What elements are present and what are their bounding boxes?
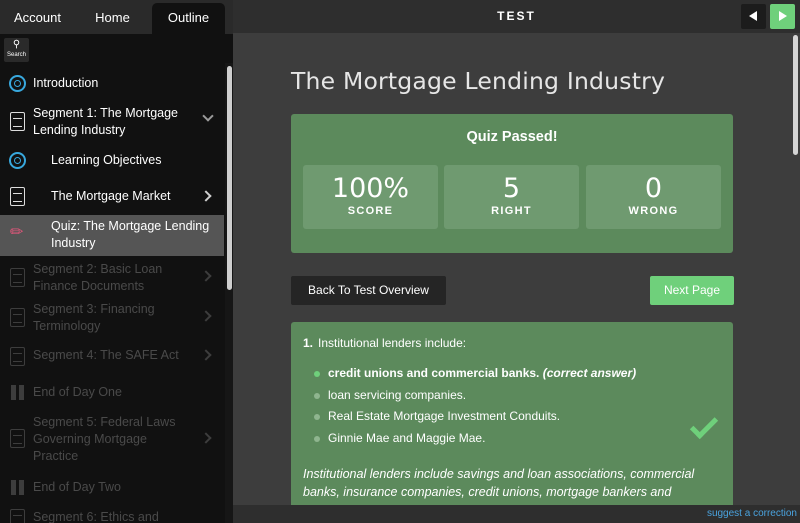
- document-icon: [10, 112, 25, 131]
- back-to-test-overview-button[interactable]: Back To Test Overview: [291, 276, 446, 305]
- pencil-icon: ✏: [10, 224, 24, 241]
- chevron-right-icon[interactable]: [200, 432, 212, 444]
- sidebar-scrollbar-thumb[interactable]: [227, 66, 232, 290]
- outline-item-label: Introduction: [33, 76, 99, 90]
- outline-item-learning-objectives[interactable]: Learning Objectives: [0, 151, 224, 171]
- outline-item-end-day-one[interactable]: End of Day One: [0, 383, 224, 403]
- right-stat: 5 RIGHT: [444, 165, 579, 229]
- right-value: 5: [502, 173, 521, 204]
- outline-item-segment-1[interactable]: Segment 1: The Mortgage Lending Industry: [0, 104, 224, 140]
- next-button[interactable]: [770, 4, 795, 29]
- answer-option: Ginnie Mae and Maggie Mae.: [314, 431, 486, 445]
- answer-text: credit unions and commercial banks.: [328, 366, 540, 380]
- answer-option: Real Estate Mortgage Investment Conduits…: [314, 409, 561, 423]
- suggest-correction-link[interactable]: suggest a correction: [707, 508, 797, 519]
- wrong-value: 0: [644, 173, 663, 204]
- document-icon: [10, 268, 25, 287]
- arrow-right-icon: [779, 11, 787, 21]
- score-value: 100%: [331, 173, 410, 204]
- top-bar: TEST: [233, 0, 800, 33]
- outline-item-label: Segment 4: The SAFE Act: [33, 348, 179, 362]
- outline-item-introduction[interactable]: Introduction: [0, 74, 224, 94]
- document-icon: [10, 509, 25, 523]
- answer-option: credit unions and commercial banks. (cor…: [314, 366, 637, 380]
- answer-option: loan servicing companies.: [314, 388, 467, 402]
- footer: suggest a correction: [233, 505, 800, 523]
- question-text: Institutional lenders include:: [318, 336, 467, 350]
- document-icon: [10, 308, 25, 327]
- outline-item-label: Segment 2: Basic Loan Finance Documents: [33, 262, 163, 293]
- document-icon: [10, 187, 25, 206]
- pause-icon: [11, 480, 25, 495]
- outline-item-label: End of Day Two: [33, 480, 122, 494]
- document-icon: [10, 429, 25, 448]
- outline-item-mortgage-market[interactable]: The Mortgage Market: [0, 186, 224, 208]
- header-title: TEST: [497, 9, 536, 23]
- outline-item-quiz[interactable]: ✏ Quiz: The Mortgage Lending Industry: [0, 215, 224, 256]
- tab-account[interactable]: Account: [0, 3, 75, 34]
- score-stat: 100% SCORE: [303, 165, 438, 229]
- outline-item-segment-6[interactable]: Segment 6: Ethics and: [0, 508, 224, 523]
- previous-button[interactable]: [741, 4, 766, 29]
- main-scrollbar-thumb[interactable]: [793, 35, 798, 155]
- bullet-icon: [314, 393, 320, 399]
- sidebar: Account Home Outline ⚲ Search Introducti…: [0, 0, 233, 523]
- bullet-icon: [314, 436, 320, 442]
- right-label: RIGHT: [491, 205, 532, 217]
- quiz-result-card: Quiz Passed! 100% SCORE 5 RIGHT 0 WRONG: [291, 114, 733, 253]
- chevron-right-icon[interactable]: [200, 190, 212, 202]
- tab-home[interactable]: Home: [75, 3, 150, 34]
- outline-item-label: Learning Objectives: [51, 153, 162, 167]
- outline-item-label: Segment 3: Financing Terminology: [33, 302, 155, 333]
- target-icon: [9, 75, 26, 92]
- outline-item-end-day-two[interactable]: End of Day Two: [0, 478, 224, 498]
- bullet-icon: [314, 371, 320, 377]
- score-label: SCORE: [347, 205, 394, 217]
- outline-item-label: Segment 6: Ethics and: [33, 510, 159, 523]
- page-title: The Mortgage Lending Industry: [291, 67, 666, 95]
- answer-text: Real Estate Mortgage Investment Conduits…: [328, 409, 561, 423]
- answer-explanation: Institutional lenders include savings an…: [303, 467, 695, 499]
- pause-icon: [11, 385, 25, 400]
- answer-text: Ginnie Mae and Maggie Mae.: [328, 431, 486, 445]
- arrow-left-icon: [749, 11, 757, 21]
- target-icon: [9, 152, 26, 169]
- result-title: Quiz Passed!: [466, 129, 558, 145]
- outline-item-label: The Mortgage Market: [51, 189, 171, 203]
- chevron-right-icon[interactable]: [200, 270, 212, 282]
- chevron-right-icon[interactable]: [200, 310, 212, 322]
- question-number: 1.: [303, 336, 314, 350]
- question-card: 1. Institutional lenders include: credit…: [291, 322, 733, 505]
- outline-item-label: Quiz: The Mortgage Lending Industry: [51, 219, 210, 250]
- outline-item-segment-5[interactable]: Segment 5: Federal Laws Governing Mortga…: [0, 413, 224, 465]
- tab-outline[interactable]: Outline: [152, 3, 225, 34]
- next-page-button[interactable]: Next Page: [650, 276, 734, 305]
- outline-item-segment-2[interactable]: Segment 2: Basic Loan Finance Documents: [0, 260, 224, 296]
- wrong-stat: 0 WRONG: [586, 165, 721, 229]
- chevron-down-icon[interactable]: [202, 110, 214, 122]
- search-button[interactable]: ⚲ Search: [4, 38, 29, 62]
- outline-item-segment-3[interactable]: Segment 3: Financing Terminology: [0, 300, 224, 336]
- chevron-right-icon[interactable]: [200, 349, 212, 361]
- outline-item-segment-4[interactable]: Segment 4: The SAFE Act: [0, 346, 224, 368]
- outline-item-label: Segment 1: The Mortgage Lending Industry: [33, 106, 178, 137]
- outline-item-label: End of Day One: [33, 385, 122, 399]
- search-label: Search: [6, 52, 26, 58]
- outline-item-label: Segment 5: Federal Laws Governing Mortga…: [33, 415, 176, 463]
- main-content: The Mortgage Lending Industry Quiz Passe…: [233, 33, 790, 505]
- answer-text: loan servicing companies.: [328, 388, 467, 402]
- sidebar-tabs: Account Home Outline: [0, 0, 233, 34]
- wrong-label: WRONG: [628, 205, 679, 217]
- correct-answer-note: (correct answer): [542, 366, 637, 380]
- checkmark-icon: [689, 410, 719, 440]
- document-icon: [10, 347, 25, 366]
- search-icon: ⚲: [12, 39, 21, 50]
- bullet-icon: [314, 414, 320, 420]
